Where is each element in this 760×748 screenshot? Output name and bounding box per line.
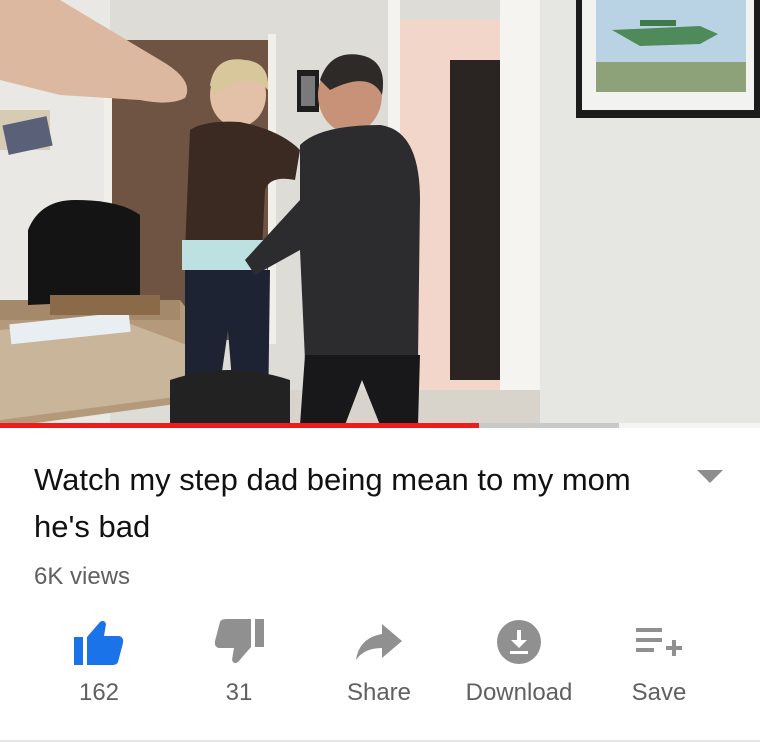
progress-bar[interactable] — [0, 423, 760, 428]
chevron-down-icon — [697, 470, 723, 483]
video-title[interactable]: Watch my step dad being mean to my mom h… — [34, 456, 634, 550]
thumbs-up-icon — [74, 620, 124, 665]
thumbs-down-icon — [214, 619, 264, 664]
download-icon — [497, 620, 541, 664]
like-button[interactable]: 162 — [29, 612, 169, 722]
video-frame — [0, 0, 760, 428]
section-divider — [0, 740, 760, 742]
video-watch-page: Watch my step dad being mean to my mom h… — [0, 0, 760, 748]
played-bar — [0, 423, 479, 428]
share-label: Share — [346, 679, 412, 706]
like-count: 162 — [78, 679, 120, 706]
expand-description-button[interactable] — [690, 462, 730, 492]
download-button[interactable]: Download — [449, 612, 589, 722]
share-arrow-icon — [356, 624, 402, 660]
view-count: 6K views — [34, 563, 131, 590]
action-bar: 162 31 Share Download Save — [0, 612, 760, 722]
playlist-add-icon — [636, 628, 682, 656]
dislike-count: 31 — [225, 679, 253, 706]
save-label: Save — [631, 679, 687, 706]
share-button[interactable]: Share — [309, 612, 449, 722]
video-player[interactable] — [0, 0, 760, 428]
dislike-button[interactable]: 31 — [169, 612, 309, 722]
save-button[interactable]: Save — [589, 612, 729, 722]
download-label: Download — [465, 679, 573, 706]
